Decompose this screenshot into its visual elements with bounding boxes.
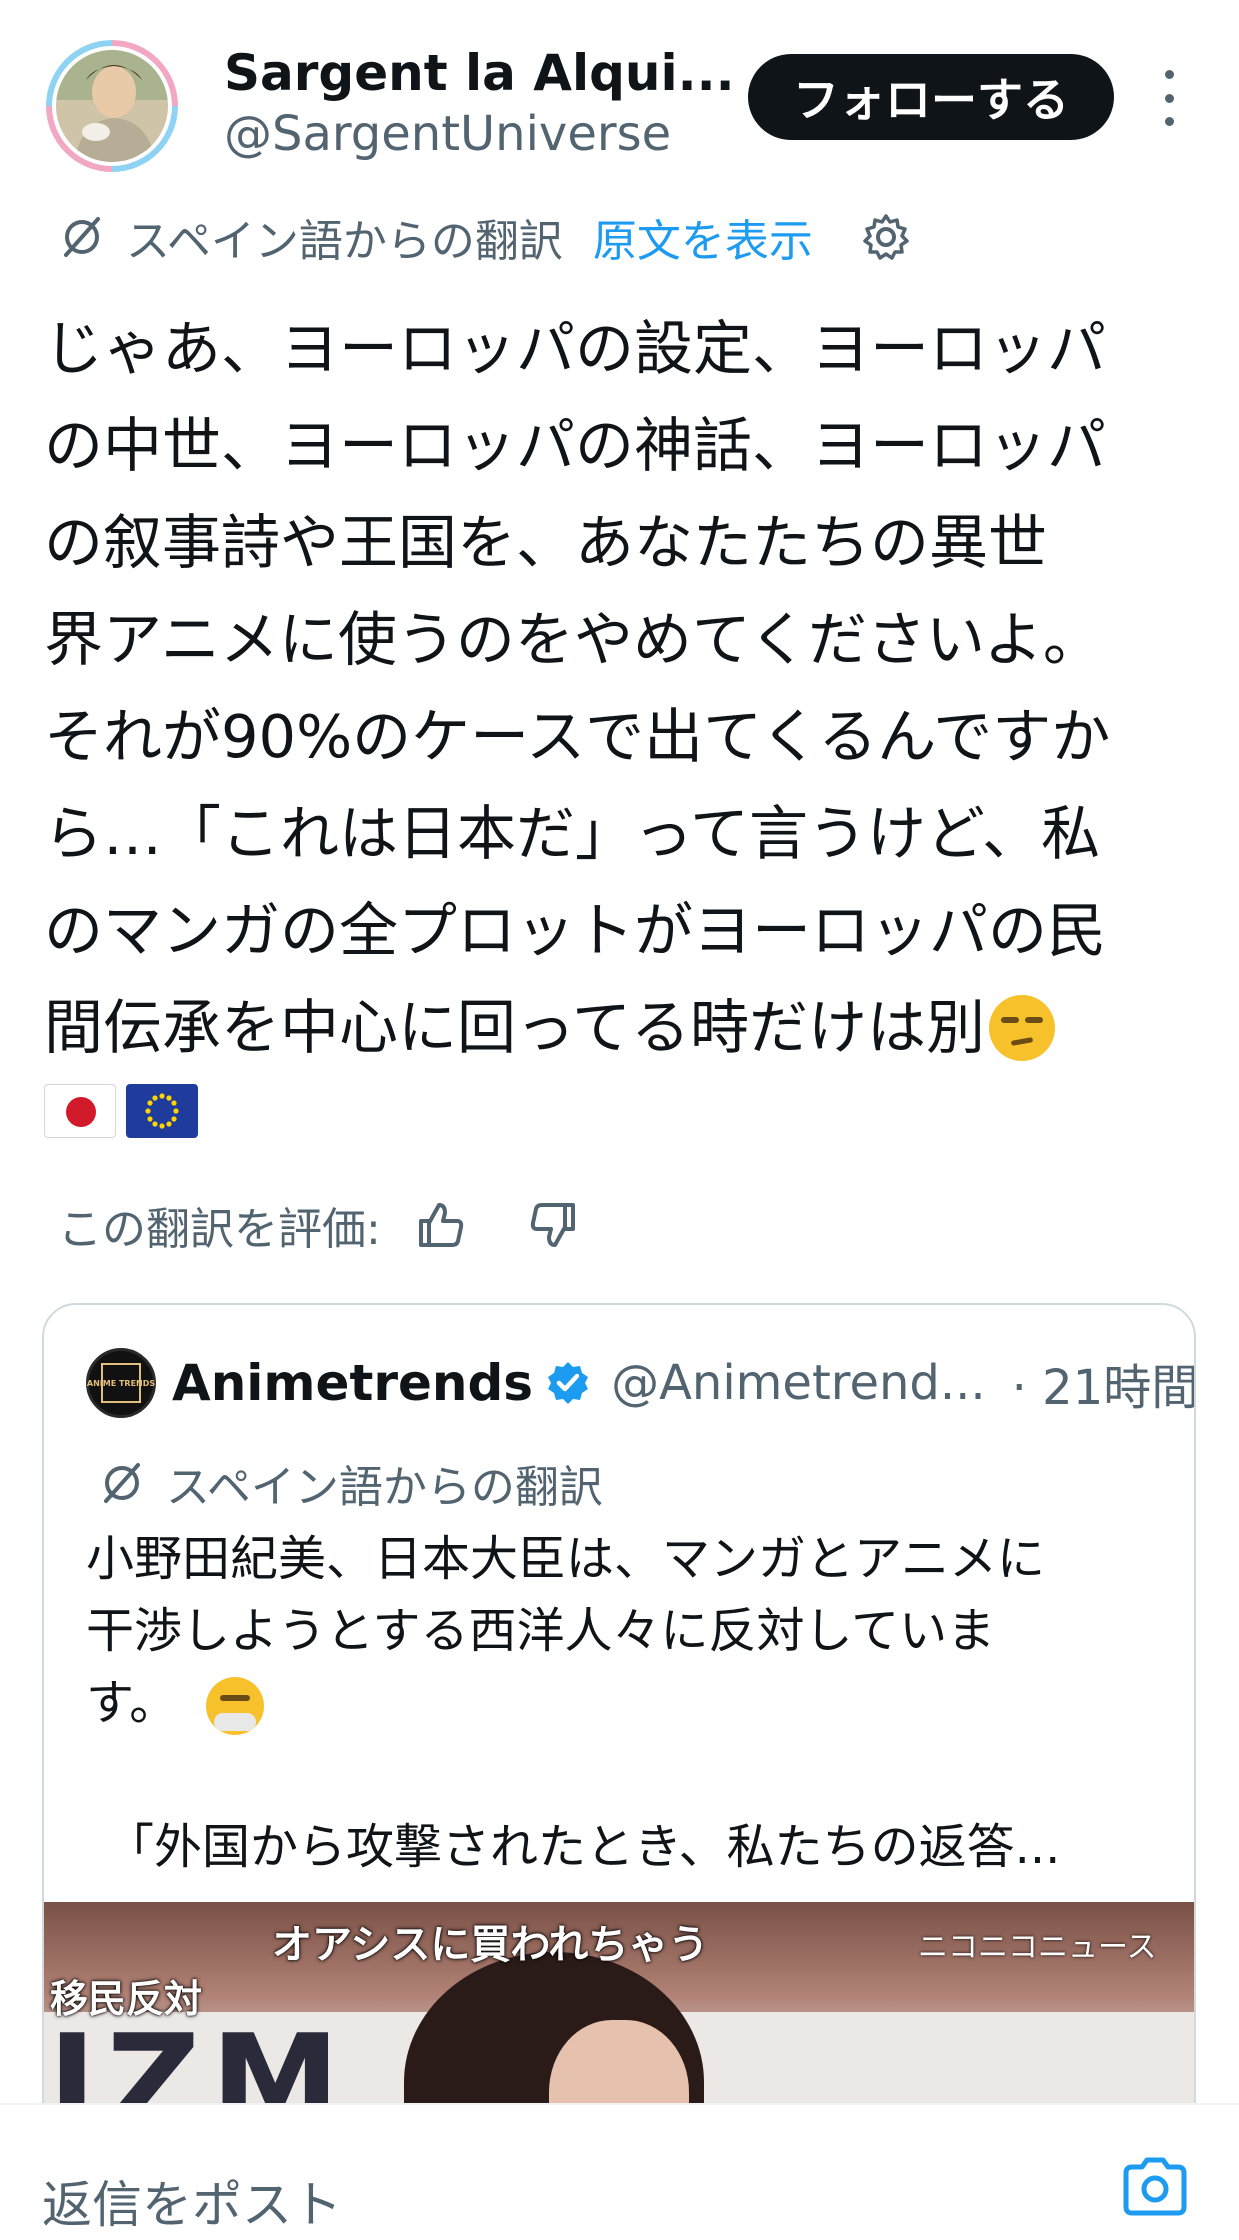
translate-icon — [104, 1463, 140, 1503]
show-original-link[interactable]: 原文を表示 — [593, 205, 813, 269]
quoted-avatar-logo: ANIME TRENDS — [87, 1363, 155, 1403]
media-watermark: ニコニコニュース — [918, 1930, 1157, 1965]
rate-translation-label: この翻訳を評価: — [58, 1204, 381, 1255]
thumbs-up-icon[interactable] — [415, 1199, 467, 1251]
quoted-text-line: 小野田紀美、日本大臣は、マンガとアニメに — [86, 1531, 1046, 1587]
face-with-steam-emoji — [206, 1677, 265, 1735]
post-text-line: 間伝承を中心に回ってる時だけは別 — [44, 993, 986, 1062]
post-text-line: それが90%のケースで出てくるんですか — [44, 702, 1111, 771]
eu-flag-emoji — [126, 1084, 198, 1138]
quoted-post-time: · 21時間 — [1011, 1360, 1196, 1416]
post-header: Sargent la Alqui... @SargentUniverse フォロ… — [0, 0, 1239, 190]
quoted-post-card[interactable]: ANIME TRENDS Animetrends @Animetrend... … — [42, 1303, 1196, 2240]
reply-input[interactable]: 返信をポスト — [42, 2165, 342, 2237]
quoted-text-line: す。 — [86, 1675, 178, 1731]
post-text-line: の叙事詩や王国を、あなたたちの異世 — [44, 508, 1048, 577]
unamused-face-emoji — [989, 994, 1056, 1061]
post-text-line-last: 間伝承を中心に回ってる時だけは別 — [44, 979, 1204, 1076]
quoted-text-line: 干渉しようとする西洋人々に反対していま — [86, 1603, 996, 1659]
post-text-line: のマンガの全プロットがヨーロッパの民 — [44, 896, 1107, 965]
author-display-name[interactable]: Sargent la Alqui... — [224, 44, 735, 102]
media-caption-top: オアシスに買われちゃう — [272, 1922, 709, 1968]
quoted-author-handle: @Animetrend... — [611, 1355, 986, 1411]
thumbs-down-icon[interactable] — [527, 1199, 579, 1251]
post-text-line: ら…「これは日本だ」って言うけど、私 — [44, 799, 1101, 868]
reply-composer-bar: 返信をポスト — [0, 2103, 1239, 2240]
post-text-line: じゃあ、ヨーロッパの設定、ヨーロッパ — [44, 314, 1107, 383]
quoted-post-text: 小野田紀美、日本大臣は、マンガとアニメに 干渉しようとする西洋人々に反対していま… — [86, 1523, 1166, 1883]
media-caption-left: 移民反対 — [50, 1977, 203, 2021]
rate-translation-row: この翻訳を評価: — [58, 1195, 579, 1255]
translate-icon — [64, 217, 100, 257]
verified-badge-icon — [548, 1362, 589, 1404]
quoted-translation-label: スペイン語からの翻訳 — [166, 1462, 603, 1513]
quoted-post-header: ANIME TRENDS Animetrends @Animetrend... … — [86, 1347, 1196, 1419]
flag-emojis — [44, 1084, 198, 1138]
author-avatar[interactable] — [46, 40, 178, 172]
japan-flag-emoji — [44, 1084, 116, 1138]
avatar-portrait-image — [56, 50, 168, 162]
quoted-text-excerpt: 「外国から攻撃されたとき、私たちの返答... — [106, 1819, 1061, 1875]
author-handle[interactable]: @SargentUniverse — [224, 106, 671, 162]
translation-info-row: スペイン語からの翻訳 原文を表示 — [56, 207, 911, 267]
translation-source-label: スペイン語からの翻訳 — [126, 216, 563, 267]
quoted-text-line-last: す。 — [86, 1667, 1166, 1739]
quoted-translation-row: スペイン語からの翻訳 — [96, 1453, 603, 1513]
post-text-line: の中世、ヨーロッパの神話、ヨーロッパ — [44, 411, 1107, 480]
gear-icon[interactable] — [861, 212, 911, 262]
post-text-line: 界アニメに使うのをやめてくださいよ。 — [44, 605, 1102, 674]
follow-button[interactable]: フォローする — [748, 54, 1114, 140]
camera-icon[interactable] — [1120, 2155, 1190, 2219]
quoted-author-name: Animetrends — [172, 1354, 534, 1412]
quoted-author-avatar: ANIME TRENDS — [86, 1348, 156, 1418]
more-vertical-icon[interactable] — [1154, 70, 1184, 126]
post-text: じゃあ、ヨーロッパの設定、ヨーロッパ の中世、ヨーロッパの神話、ヨーロッパ の叙… — [44, 300, 1204, 1076]
